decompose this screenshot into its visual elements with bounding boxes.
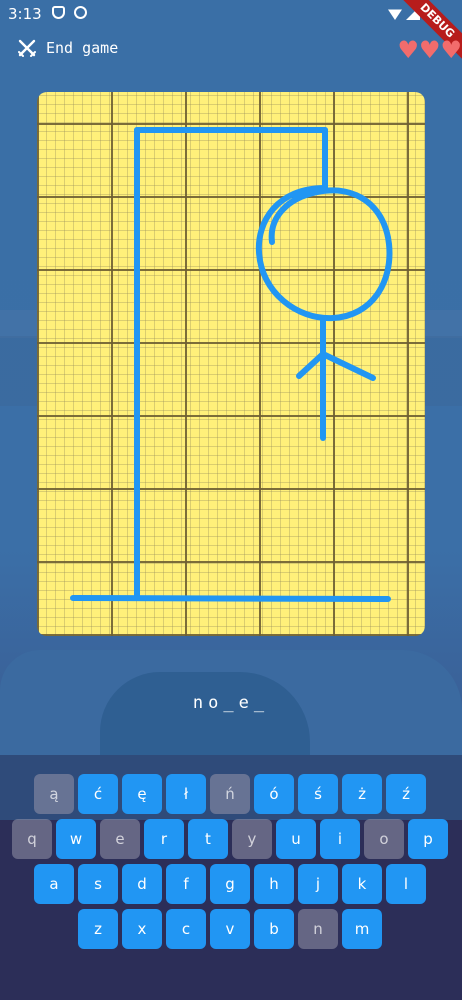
word-display: no_e_: [192, 693, 270, 713]
key-ł[interactable]: ł: [166, 774, 206, 814]
key-s[interactable]: s: [78, 864, 118, 904]
hangman-drawing: [70, 127, 393, 602]
key-j[interactable]: j: [298, 864, 338, 904]
key-d[interactable]: d: [122, 864, 162, 904]
hangman-head: [255, 185, 393, 322]
key-u[interactable]: u: [276, 819, 316, 859]
key-c[interactable]: c: [166, 909, 206, 949]
status-bar: 3:13 DEBUG: [0, 0, 462, 67]
key-k[interactable]: k: [342, 864, 382, 904]
key-p[interactable]: p: [408, 819, 448, 859]
key-f[interactable]: f: [166, 864, 206, 904]
key-ż[interactable]: ż: [342, 774, 382, 814]
lives-indicator: ♥ ♥ ♥: [397, 38, 462, 62]
key-ę[interactable]: ę: [122, 774, 162, 814]
heart-icon: ♥: [397, 36, 419, 64]
key-r[interactable]: r: [144, 819, 184, 859]
end-game-button[interactable]: End game: [18, 36, 118, 60]
key-ć[interactable]: ć: [78, 774, 118, 814]
shield-icon: [52, 6, 65, 19]
status-time: 3:13: [8, 5, 42, 23]
key-a[interactable]: a: [34, 864, 74, 904]
key-ó[interactable]: ó: [254, 774, 294, 814]
app-icon: [74, 6, 87, 19]
key-ń: ń: [210, 774, 250, 814]
key-v[interactable]: v: [210, 909, 250, 949]
keyboard-row: qwertyuiop: [0, 819, 462, 859]
keyboard-row: zxcvbnm: [0, 909, 462, 949]
end-game-label: End game: [46, 39, 119, 57]
gallows-base: [70, 595, 391, 602]
key-i[interactable]: i: [320, 819, 360, 859]
key-m[interactable]: m: [342, 909, 382, 949]
keyboard-row: asdfghjkl: [0, 864, 462, 904]
key-o: o: [364, 819, 404, 859]
key-w[interactable]: w: [56, 819, 96, 859]
hangman-arm-left: [296, 351, 326, 379]
wifi-icon: [388, 9, 402, 20]
key-x[interactable]: x: [122, 909, 162, 949]
key-t[interactable]: t: [188, 819, 228, 859]
key-q: q: [12, 819, 52, 859]
key-ś[interactable]: ś: [298, 774, 338, 814]
key-ź[interactable]: ź: [386, 774, 426, 814]
key-b[interactable]: b: [254, 909, 294, 949]
heart-icon: ♥: [440, 36, 462, 64]
key-e: e: [100, 819, 140, 859]
key-l[interactable]: l: [386, 864, 426, 904]
key-g[interactable]: g: [210, 864, 250, 904]
key-n: n: [298, 909, 338, 949]
hangman-board: [37, 92, 425, 636]
key-h[interactable]: h: [254, 864, 294, 904]
crossed-swords-icon: [18, 39, 36, 57]
heart-icon: ♥: [418, 36, 441, 64]
key-z[interactable]: z: [78, 909, 118, 949]
key-y: y: [232, 819, 272, 859]
keyboard-row: ąćęłńóśżź: [0, 774, 462, 814]
hangman-arm-right: [320, 351, 376, 381]
key-ą: ą: [34, 774, 74, 814]
